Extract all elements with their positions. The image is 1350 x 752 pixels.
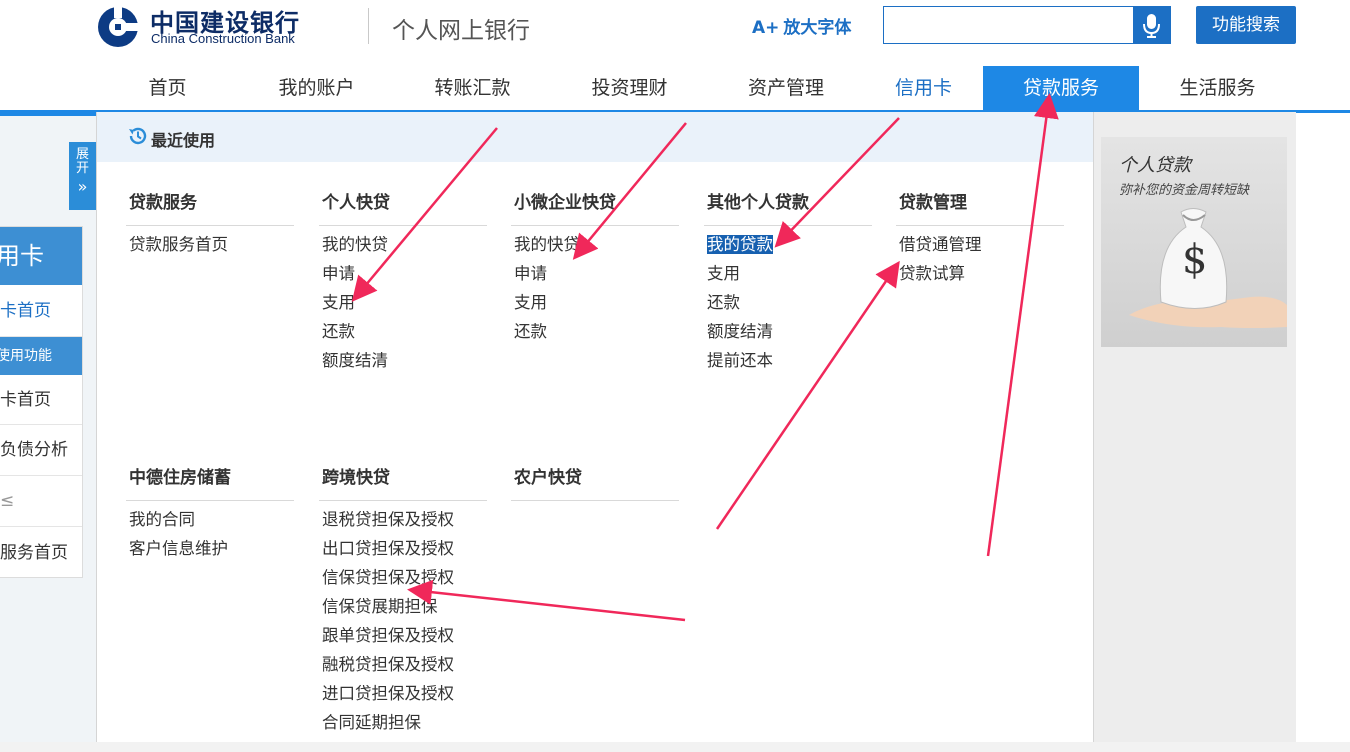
menu-item[interactable]: 额度结清	[322, 348, 487, 377]
nav-transfer[interactable]: 转账汇款	[394, 66, 551, 110]
ad-title: 个人贷款	[1119, 155, 1191, 176]
expand-label: 展开	[75, 147, 89, 176]
double-chevron-right-icon: »	[77, 177, 88, 196]
microphone-icon	[1143, 14, 1160, 38]
loan-services-dropdown: 最近使用 贷款服务 贷款服务首页 个人快贷 我的快贷 申请 支用 还款 额度结清…	[96, 112, 1094, 752]
menu-column: 农户快贷	[511, 463, 679, 501]
nav-asset-management[interactable]: 资产管理	[708, 66, 864, 110]
menu-item[interactable]: 融税贷担保及授权	[322, 652, 487, 681]
sidebar-item-hidden[interactable]: ≤	[0, 476, 82, 527]
menu-item[interactable]: 退税贷担保及授权	[322, 507, 487, 536]
menu-column: 中德住房储蓄 我的合同 客户信息维护	[126, 463, 294, 565]
menu-column: 小微企业快贷 我的快贷 申请 支用 还款	[511, 188, 679, 348]
function-search-button[interactable]: 功能搜索	[1196, 6, 1296, 44]
menu-item[interactable]: 借贷通管理	[899, 232, 1064, 261]
bottom-scroll-area	[0, 742, 1350, 752]
search-bar	[883, 6, 1171, 44]
nav-credit-card[interactable]: 信用卡	[864, 66, 983, 110]
menu-column: 个人快贷 我的快贷 申请 支用 还款 额度结清	[319, 188, 487, 377]
search-input[interactable]	[886, 9, 1130, 41]
menu-item[interactable]: 信保贷展期担保	[322, 594, 487, 623]
menu-item[interactable]: 申请	[322, 261, 487, 290]
nav-my-account[interactable]: 我的账户	[239, 66, 394, 110]
menu-item[interactable]: 还款	[707, 290, 872, 319]
menu-item[interactable]: 信保贷担保及授权	[322, 565, 487, 594]
menu-item[interactable]: 额度结清	[707, 319, 872, 348]
menu-item[interactable]: 支用	[514, 290, 679, 319]
ad-subtitle: 弥补您的资金周转短缺	[1119, 183, 1250, 198]
column-title: 小微企业快贷	[511, 188, 679, 226]
sidebar-heading: 用卡	[0, 227, 82, 285]
menu-column: 贷款管理 借贷通管理 贷款试算	[896, 188, 1064, 290]
column-title: 贷款服务	[126, 188, 294, 226]
sidebar-item-card-home-2[interactable]: 卡首页	[0, 375, 82, 425]
recent-title: 最近使用	[151, 131, 216, 150]
menu-item-my-loans[interactable]: 我的贷款	[707, 232, 872, 261]
right-edge	[1296, 116, 1350, 752]
dollar-sign-icon: $	[1182, 237, 1208, 283]
voice-search-button[interactable]	[1133, 7, 1170, 43]
column-title: 中德住房储蓄	[126, 463, 294, 501]
main-nav: 首页 我的账户 转账汇款 投资理财 资产管理 信用卡 贷款服务 生活服务	[96, 66, 1296, 110]
column-title: 农户快贷	[511, 463, 679, 501]
nav-investment[interactable]: 投资理财	[551, 66, 708, 110]
enlarge-font-button[interactable]: A+ 放大字体	[752, 13, 851, 38]
loan-ad-banner[interactable]: 个人贷款 弥补您的资金周转短缺 $	[1101, 137, 1287, 347]
ccb-logo-icon	[98, 5, 140, 47]
menu-item[interactable]: 提前还本	[707, 348, 872, 377]
menu-item[interactable]: 客户信息维护	[129, 536, 294, 565]
menu-item[interactable]: 还款	[514, 319, 679, 348]
menu-item[interactable]: 支用	[707, 261, 872, 290]
column-title: 其他个人贷款	[704, 188, 872, 226]
menu-item[interactable]: 贷款服务首页	[129, 232, 294, 261]
sidebar-item-debt-analysis[interactable]: 负债分析	[0, 425, 82, 476]
sidebar-item-service-home[interactable]: 服务首页	[0, 527, 82, 577]
sidebar-menu: 用卡 卡首页 使用功能 卡首页 负债分析 ≤ 服务首页	[0, 226, 83, 578]
enlarge-font-label: 放大字体	[783, 18, 852, 38]
menu-item[interactable]: 我的快贷	[322, 232, 487, 261]
logo-divider	[368, 8, 369, 44]
sidebar-section-common: 使用功能	[0, 337, 82, 375]
menu-item[interactable]: 贷款试算	[899, 261, 1064, 290]
bank-name-en: China Construction Bank	[151, 31, 295, 46]
nav-life-services[interactable]: 生活服务	[1139, 66, 1296, 110]
highlighted-label: 我的贷款	[707, 235, 773, 254]
menu-item[interactable]: 支用	[322, 290, 487, 319]
nav-loan-services[interactable]: 贷款服务	[983, 66, 1139, 110]
menu-column: 其他个人贷款 我的贷款 支用 还款 额度结清 提前还本	[704, 188, 872, 377]
menu-column: 贷款服务 贷款服务首页	[126, 188, 294, 261]
menu-item[interactable]: 还款	[322, 319, 487, 348]
recent-bar: 最近使用	[97, 112, 1094, 162]
column-title: 个人快贷	[319, 188, 487, 226]
column-title: 贷款管理	[896, 188, 1064, 226]
history-icon	[129, 127, 147, 145]
column-title: 跨境快贷	[319, 463, 487, 501]
menu-item[interactable]: 我的快贷	[514, 232, 679, 261]
menu-item[interactable]: 跟单贷担保及授权	[322, 623, 487, 652]
menu-item[interactable]: 我的合同	[129, 507, 294, 536]
menu-item[interactable]: 进口贷担保及授权	[322, 681, 487, 710]
menu-item[interactable]: 申请	[514, 261, 679, 290]
nav-home[interactable]: 首页	[96, 66, 239, 110]
sidebar-item-card-home[interactable]: 卡首页	[0, 285, 82, 337]
menu-item[interactable]: 合同延期担保	[322, 710, 487, 739]
sidebar-expand-tab[interactable]: 展开 »	[69, 142, 96, 210]
font-size-icon: A+	[752, 18, 780, 38]
site-subtitle: 个人网上银行	[392, 18, 530, 44]
menu-column: 跨境快贷 退税贷担保及授权 出口贷担保及授权 信保贷担保及授权 信保贷展期担保 …	[319, 463, 487, 752]
menu-item[interactable]: 出口贷担保及授权	[322, 536, 487, 565]
